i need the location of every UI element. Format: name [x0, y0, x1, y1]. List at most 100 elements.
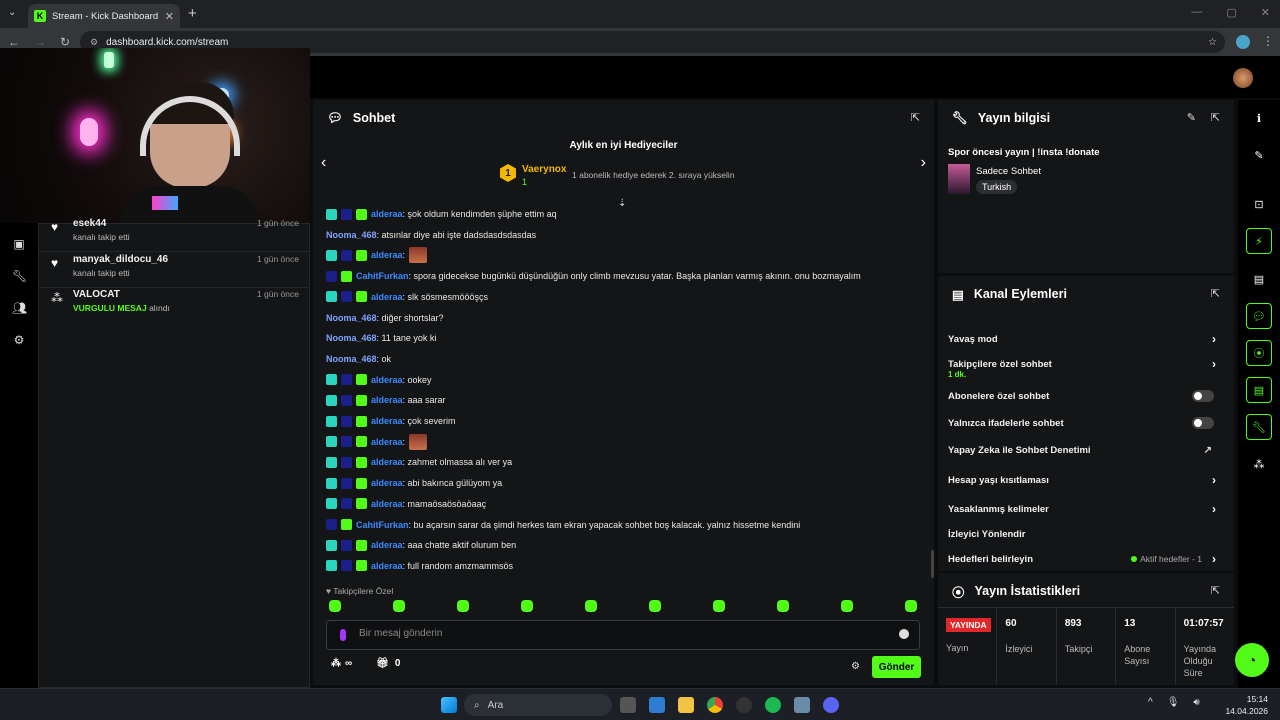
maximize-icon[interactable]: ▢: [1226, 6, 1236, 19]
app-icon[interactable]: [736, 697, 752, 713]
quick-emote-icon[interactable]: [841, 600, 853, 612]
site-info-icon[interactable]: ⚙: [90, 37, 98, 48]
emoji-icon[interactable]: [899, 629, 909, 639]
gift-icon[interactable]: 🎁︎: [376, 658, 389, 669]
discord-icon[interactable]: [823, 697, 839, 713]
chat-username[interactable]: alderaa: [371, 250, 403, 260]
channel-action-row[interactable]: Yapay Zeka ile Sohbet Denetimi ↗: [948, 442, 1224, 458]
channel-action-row[interactable]: Hedefleri belirleyin Aktif hedefler - 1 ›: [948, 551, 1224, 567]
chat-username[interactable]: alderaa: [371, 395, 403, 405]
chat-username[interactable]: alderaa: [371, 499, 403, 509]
store-icon[interactable]: [649, 697, 665, 713]
tab-search-icon[interactable]: ⌄: [8, 7, 16, 18]
quick-emote-icon[interactable]: [393, 600, 405, 612]
wrench-icon[interactable]: 🔧︎: [1246, 414, 1272, 440]
close-window-icon[interactable]: ✕: [1261, 6, 1270, 19]
gifters-next-icon[interactable]: ›: [921, 154, 926, 172]
chat-username[interactable]: alderaa: [371, 478, 403, 488]
gifters-prev-icon[interactable]: ‹: [321, 154, 326, 172]
actions-icon[interactable]: ▤: [1246, 377, 1272, 403]
dashboard-icon[interactable]: ▣: [12, 237, 26, 251]
chat-username[interactable]: Nooma_468: [326, 354, 377, 364]
chat-username[interactable]: Nooma_468: [326, 333, 377, 343]
chrome-icon[interactable]: [707, 697, 723, 713]
app-icon[interactable]: [794, 697, 810, 713]
channel-action-row[interactable]: Takipçilere özel sohbet 1 dk. ›: [948, 356, 1224, 379]
info-icon[interactable]: ℹ: [1246, 105, 1272, 131]
chat-username[interactable]: alderaa: [371, 209, 403, 219]
user-avatar[interactable]: [1233, 68, 1253, 88]
popout-icon[interactable]: ⇱: [911, 111, 920, 124]
channel-action-row[interactable]: Abonelere özel sohbet: [948, 388, 1224, 404]
toggle-switch[interactable]: [1192, 417, 1214, 429]
quick-emote-icon[interactable]: [713, 600, 725, 612]
points-icon[interactable]: ⁂: [331, 658, 341, 669]
edit-icon[interactable]: ✎: [1187, 111, 1196, 124]
channel-action-row[interactable]: Hesap yaşı kısıtlaması ›: [948, 472, 1224, 488]
tab-close-icon[interactable]: ✕: [165, 10, 174, 23]
volume-icon[interactable]: 🔊︎: [1193, 697, 1199, 708]
folder-icon[interactable]: [678, 697, 694, 713]
tray-expand-icon[interactable]: ^: [1148, 697, 1153, 708]
send-button[interactable]: Gönder: [872, 656, 921, 678]
wrench-icon[interactable]: 🔧︎: [12, 269, 27, 283]
mic-tray-icon[interactable]: 🎙︎: [1167, 697, 1180, 708]
activity-user[interactable]: manyak_dildocu_46: [73, 254, 168, 265]
quick-emote-icon[interactable]: [649, 600, 661, 612]
quick-emote-icon[interactable]: [585, 600, 597, 612]
gifter-name[interactable]: Vaerynox: [522, 164, 566, 175]
support-chat-icon[interactable]: ◔: [1235, 643, 1269, 677]
capture-icon[interactable]: ⊡: [1246, 191, 1272, 217]
browser-menu-icon[interactable]: ⋮: [1262, 34, 1274, 48]
chat-username[interactable]: CahitFurkan: [356, 520, 409, 530]
channel-action-row[interactable]: Yasaklanmış kelimeler ›: [948, 501, 1224, 517]
new-tab-button[interactable]: +: [188, 5, 197, 22]
chat-username[interactable]: alderaa: [371, 437, 403, 447]
reload-icon[interactable]: ↻: [60, 35, 70, 49]
mic-icon[interactable]: [340, 629, 346, 641]
quick-emote-icon[interactable]: [521, 600, 533, 612]
chat-username[interactable]: CahitFurkan: [356, 271, 409, 281]
scroll-down-icon[interactable]: ⇣: [618, 198, 626, 209]
quick-emote-icon[interactable]: [777, 600, 789, 612]
spotify-icon[interactable]: [765, 697, 781, 713]
chat-username[interactable]: alderaa: [371, 416, 403, 426]
chat-username[interactable]: alderaa: [371, 561, 403, 571]
notes-icon[interactable]: ▤: [1246, 266, 1272, 292]
chat-username[interactable]: Nooma_468: [326, 313, 377, 323]
browser-tab[interactable]: K Stream - Kick Dashboard ✕: [28, 4, 180, 28]
activity-icon[interactable]: ⁂: [1246, 451, 1272, 477]
back-icon[interactable]: ←: [8, 35, 20, 49]
broadcast-icon[interactable]: ⦿: [1246, 340, 1272, 366]
channel-action-row[interactable]: İzleyici Yönlendir: [948, 526, 1224, 542]
popout-icon[interactable]: ⇱: [1211, 584, 1220, 597]
quick-emote-icon[interactable]: [457, 600, 469, 612]
chat-settings-icon[interactable]: ⚙: [851, 661, 860, 672]
channel-action-row[interactable]: Yavaş mod ›: [948, 331, 1224, 347]
toggle-switch[interactable]: [1192, 390, 1214, 402]
profile-icon[interactable]: [1236, 35, 1250, 49]
channel-action-row[interactable]: Yalnızca ifadelerle sohbet: [948, 415, 1224, 431]
chat-username[interactable]: alderaa: [371, 375, 403, 385]
chat-icon[interactable]: 💬︎: [1246, 303, 1272, 329]
users-icon[interactable]: 👥︎: [12, 301, 27, 315]
bolt-icon[interactable]: ⚡︎: [1246, 228, 1272, 254]
chat-input[interactable]: [359, 628, 859, 639]
creator-icon[interactable]: ⚙: [12, 333, 26, 347]
chat-username[interactable]: alderaa: [371, 457, 403, 467]
taskbar-clock[interactable]: 15:14 14.04.2026: [1225, 693, 1268, 717]
bookmark-star-icon[interactable]: ☆: [1208, 37, 1217, 48]
activity-user[interactable]: VALOCAT: [73, 289, 120, 300]
forward-icon[interactable]: →: [34, 35, 46, 49]
activity-user[interactable]: esek44: [73, 218, 106, 229]
popout-icon[interactable]: ⇱: [1211, 111, 1220, 124]
chat-username[interactable]: Nooma_468: [326, 230, 377, 240]
windows-start-icon[interactable]: [441, 697, 457, 713]
pencil-icon[interactable]: ✎: [1246, 142, 1272, 168]
popout-icon[interactable]: ⇱: [1211, 287, 1220, 300]
chat-username[interactable]: alderaa: [371, 540, 403, 550]
minimize-icon[interactable]: —: [1191, 6, 1202, 19]
taskbar-search[interactable]: ⌕ Ara: [464, 694, 612, 716]
chat-scrollbar[interactable]: [931, 550, 934, 578]
chat-username[interactable]: alderaa: [371, 292, 403, 302]
